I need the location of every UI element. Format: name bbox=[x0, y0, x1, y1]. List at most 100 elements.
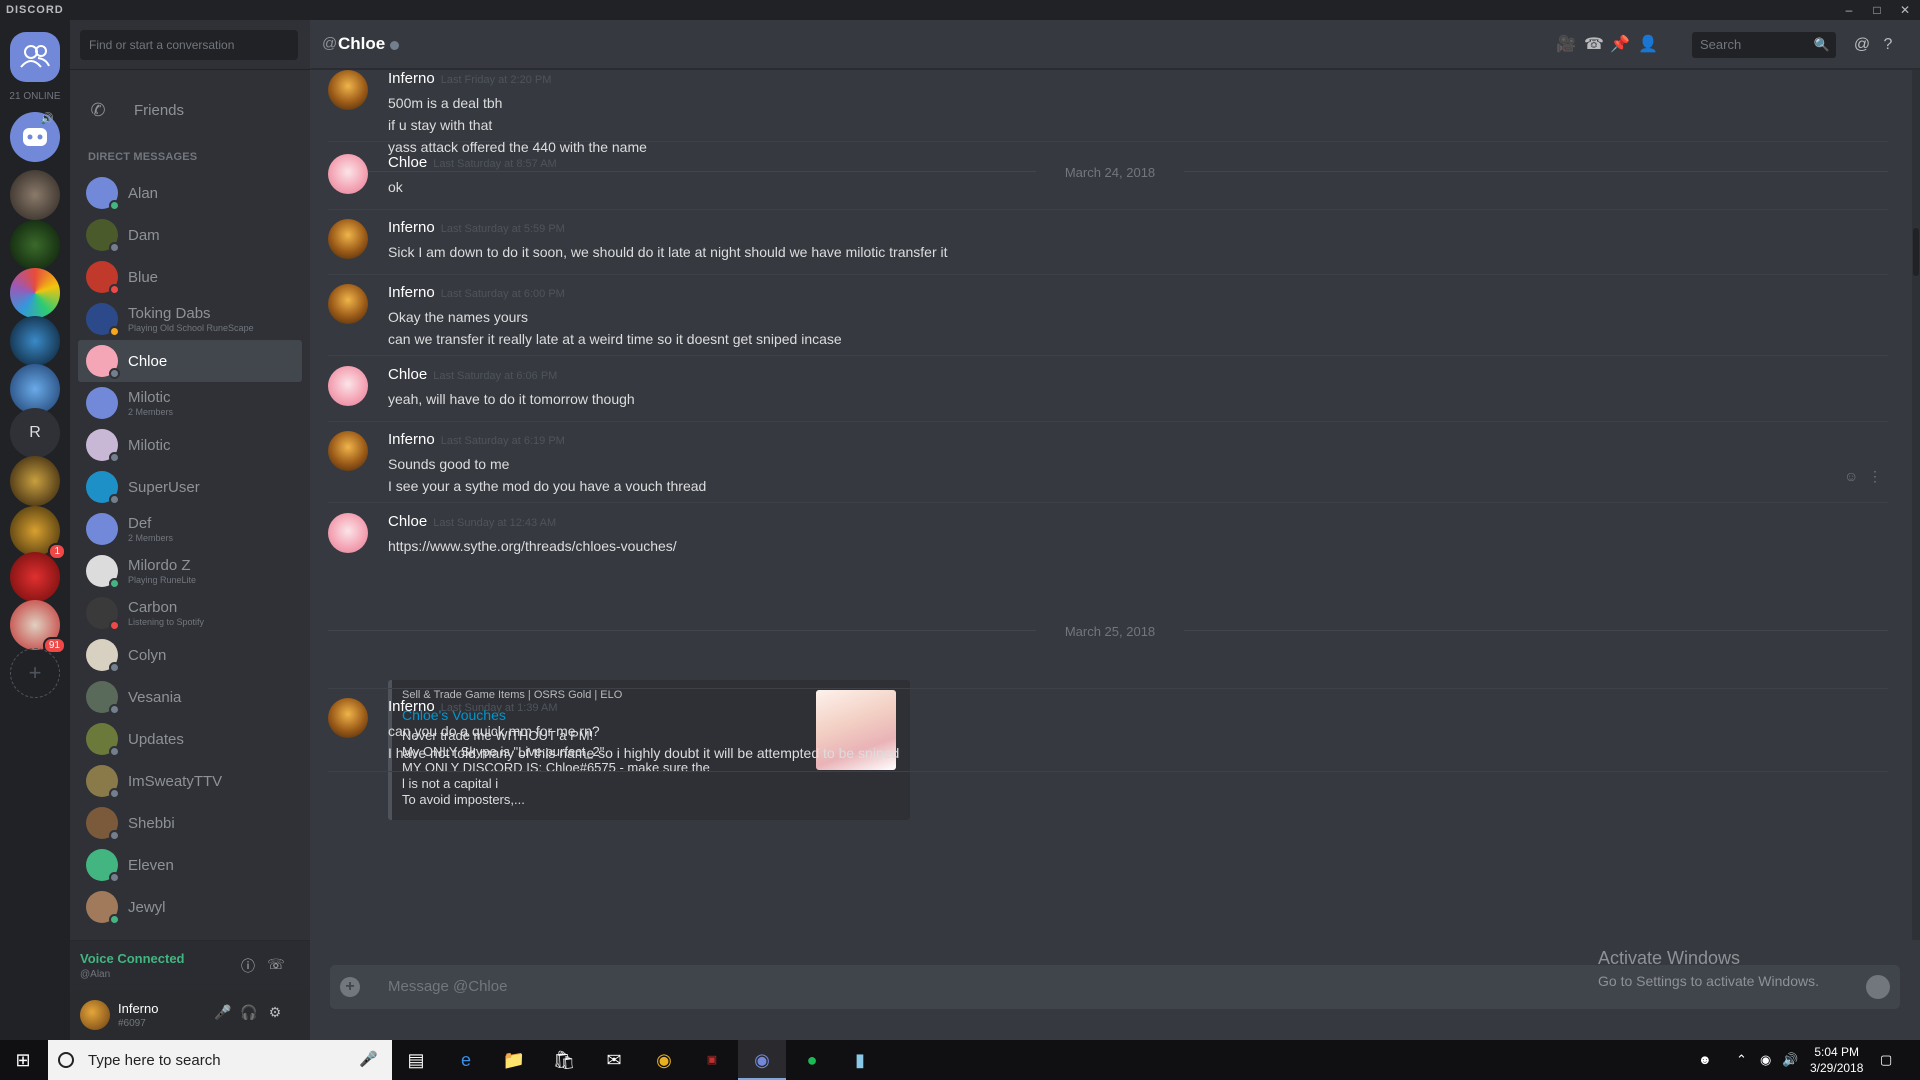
dm-item-alan[interactable]: Alan bbox=[78, 172, 302, 214]
message-link[interactable]: https://www.sythe.org/threads/chloes-vou… bbox=[388, 535, 677, 557]
message-author[interactable]: Chloe Last Saturday at 8:57 AM bbox=[388, 154, 557, 171]
message-author[interactable]: Inferno Last Saturday at 5:59 PM bbox=[388, 219, 565, 236]
avatar[interactable] bbox=[328, 284, 368, 324]
avatar[interactable] bbox=[328, 366, 368, 406]
avatar[interactable] bbox=[328, 698, 368, 738]
avatar[interactable] bbox=[328, 513, 368, 553]
mail-icon[interactable]: ✉ bbox=[590, 1040, 638, 1080]
notifications-icon[interactable]: ▢ bbox=[1880, 1040, 1892, 1080]
add-friend-icon[interactable]: 👤 bbox=[1636, 33, 1660, 57]
server-icon-colorful[interactable] bbox=[10, 268, 60, 318]
volume-icon[interactable]: 🔊 bbox=[1782, 1040, 1798, 1080]
store-icon[interactable]: 🛍 bbox=[540, 1040, 588, 1080]
server-icon-planet[interactable] bbox=[10, 364, 60, 414]
author-name[interactable]: Inferno bbox=[388, 70, 435, 87]
osbuddy-icon[interactable]: ▣ bbox=[688, 1040, 736, 1080]
author-name[interactable]: Inferno bbox=[388, 219, 435, 236]
message-author[interactable]: Inferno Last Saturday at 6:19 PM bbox=[388, 431, 565, 448]
server-icon-helmet[interactable]: 1 bbox=[10, 506, 66, 560]
dm-item-superuser[interactable]: SuperUser bbox=[78, 466, 302, 508]
scrollbar-thumb[interactable] bbox=[1913, 228, 1919, 276]
avatar[interactable] bbox=[328, 70, 368, 110]
find-conversation-input[interactable]: Find or start a conversation bbox=[80, 30, 298, 60]
headphones-icon[interactable]: 🎧 bbox=[238, 1004, 260, 1026]
scrollbar[interactable] bbox=[1912, 70, 1920, 940]
dm-item-carbon[interactable]: Carbon Listening to Spotify bbox=[78, 592, 302, 634]
server-icon-rev[interactable] bbox=[10, 552, 60, 602]
info-icon[interactable]: ⓘ bbox=[238, 956, 258, 976]
edge-browser-icon[interactable]: e bbox=[442, 1040, 490, 1080]
author-name[interactable]: Inferno bbox=[388, 698, 435, 715]
author-name[interactable]: Chloe bbox=[388, 366, 427, 383]
maximize-icon[interactable]: □ bbox=[1866, 0, 1888, 20]
dm-item-eleven[interactable]: Eleven bbox=[78, 844, 302, 886]
discord-taskbar-icon[interactable]: ◉ bbox=[738, 1040, 786, 1080]
message-input[interactable]: Message @Chloe bbox=[388, 978, 507, 995]
pin-icon[interactable]: 📌 bbox=[1608, 33, 1632, 57]
settings-gear-icon[interactable]: ⚙ bbox=[264, 1004, 286, 1026]
dm-item-vesania[interactable]: Vesania bbox=[78, 676, 302, 718]
emoji-icon[interactable] bbox=[1866, 975, 1890, 999]
dm-item-dam[interactable]: Dam bbox=[78, 214, 302, 256]
friends-home-button[interactable] bbox=[10, 32, 60, 82]
file-explorer-icon[interactable]: 📁 bbox=[490, 1040, 538, 1080]
notepad-icon[interactable]: ▮ bbox=[836, 1040, 884, 1080]
disconnect-icon[interactable]: ☏ bbox=[266, 956, 286, 976]
message-author[interactable]: Inferno Last Sunday at 1:39 AM bbox=[388, 698, 558, 715]
dm-name: Alan bbox=[128, 184, 159, 202]
avatar[interactable] bbox=[328, 219, 368, 259]
friends-nav-item[interactable]: ✆ Friends bbox=[78, 90, 302, 130]
author-name[interactable]: Chloe bbox=[388, 154, 427, 171]
dm-item-shebbi[interactable]: Shebbi bbox=[78, 802, 302, 844]
server-icon-blue-logo[interactable] bbox=[10, 316, 60, 366]
voice-call-icon[interactable]: ☎ bbox=[1582, 33, 1606, 57]
dm-item-blue[interactable]: Blue bbox=[78, 256, 302, 298]
message-author[interactable]: Inferno Last Saturday at 6:00 PM bbox=[388, 284, 565, 301]
search-input[interactable]: Search 🔍 bbox=[1692, 32, 1836, 58]
dm-item-updates[interactable]: Updates bbox=[78, 718, 302, 760]
windows-start-icon[interactable]: ⊞ bbox=[0, 1040, 46, 1080]
network-icon[interactable]: ◉ bbox=[1760, 1040, 1771, 1080]
server-icon-mascot[interactable]: 91 bbox=[10, 600, 66, 654]
avatar[interactable] bbox=[80, 1000, 110, 1030]
microphone-icon[interactable]: 🎤 bbox=[359, 1050, 378, 1068]
mentions-icon[interactable]: @ bbox=[1850, 33, 1874, 57]
add-server-button[interactable]: + bbox=[10, 648, 60, 698]
tray-chevron-icon[interactable]: ⌃ bbox=[1736, 1040, 1747, 1080]
author-name[interactable]: Inferno bbox=[388, 284, 435, 301]
server-icon-raids[interactable] bbox=[10, 220, 60, 270]
taskbar-clock[interactable]: 5:04 PM 3/29/2018 bbox=[1810, 1044, 1863, 1076]
message-author[interactable]: Chloe Last Sunday at 12:43 AM bbox=[388, 513, 556, 530]
server-icon-gold-emblem[interactable] bbox=[10, 456, 60, 506]
chrome-icon[interactable]: ◉ bbox=[640, 1040, 688, 1080]
people-tray-icon[interactable]: ☻ bbox=[1698, 1040, 1712, 1080]
dm-item-def[interactable]: Def 2 Members bbox=[78, 508, 302, 550]
taskbar-search-box[interactable]: Type here to search 🎤 bbox=[48, 1040, 392, 1080]
minimize-icon[interactable]: – bbox=[1838, 0, 1860, 20]
message-author[interactable]: Inferno Last Friday at 2:20 PM bbox=[388, 70, 551, 87]
message-timestamp: Last Saturday at 5:59 PM bbox=[440, 223, 565, 235]
close-icon[interactable]: ✕ bbox=[1894, 0, 1916, 20]
avatar[interactable] bbox=[328, 431, 368, 471]
dm-item-milordo-z[interactable]: Milordo Z Playing RuneLite bbox=[78, 550, 302, 592]
microphone-icon[interactable]: 🎤 bbox=[212, 1004, 234, 1026]
spotify-icon[interactable]: ● bbox=[788, 1040, 836, 1080]
dm-item-milotic[interactable]: Milotic bbox=[78, 424, 302, 466]
dm-item-colyn[interactable]: Colyn bbox=[78, 634, 302, 676]
author-name[interactable]: Chloe bbox=[388, 513, 427, 530]
server-icon-warrior[interactable] bbox=[10, 170, 60, 220]
video-call-icon[interactable]: 🎥 bbox=[1554, 33, 1578, 57]
task-view-icon[interactable]: ▤ bbox=[392, 1040, 440, 1080]
dm-item-chloe[interactable]: Chloe bbox=[78, 340, 302, 382]
dm-item-milotic[interactable]: Milotic 2 Members bbox=[78, 382, 302, 424]
voice-connected-status: Voice Connected bbox=[80, 951, 185, 966]
dm-item-imsweatyttv[interactable]: ImSweatyTTV bbox=[78, 760, 302, 802]
help-icon[interactable]: ? bbox=[1876, 33, 1900, 57]
author-name[interactable]: Inferno bbox=[388, 431, 435, 448]
upload-plus-icon[interactable]: + bbox=[340, 977, 360, 997]
dm-item-toking-dabs[interactable]: Toking Dabs Playing Old School RuneScape bbox=[78, 298, 302, 340]
message-author[interactable]: Chloe Last Saturday at 6:06 PM bbox=[388, 366, 557, 383]
avatar[interactable] bbox=[328, 154, 368, 194]
dm-item-jewyl[interactable]: Jewyl bbox=[78, 886, 302, 928]
server-icon-letter[interactable]: R bbox=[10, 408, 60, 458]
